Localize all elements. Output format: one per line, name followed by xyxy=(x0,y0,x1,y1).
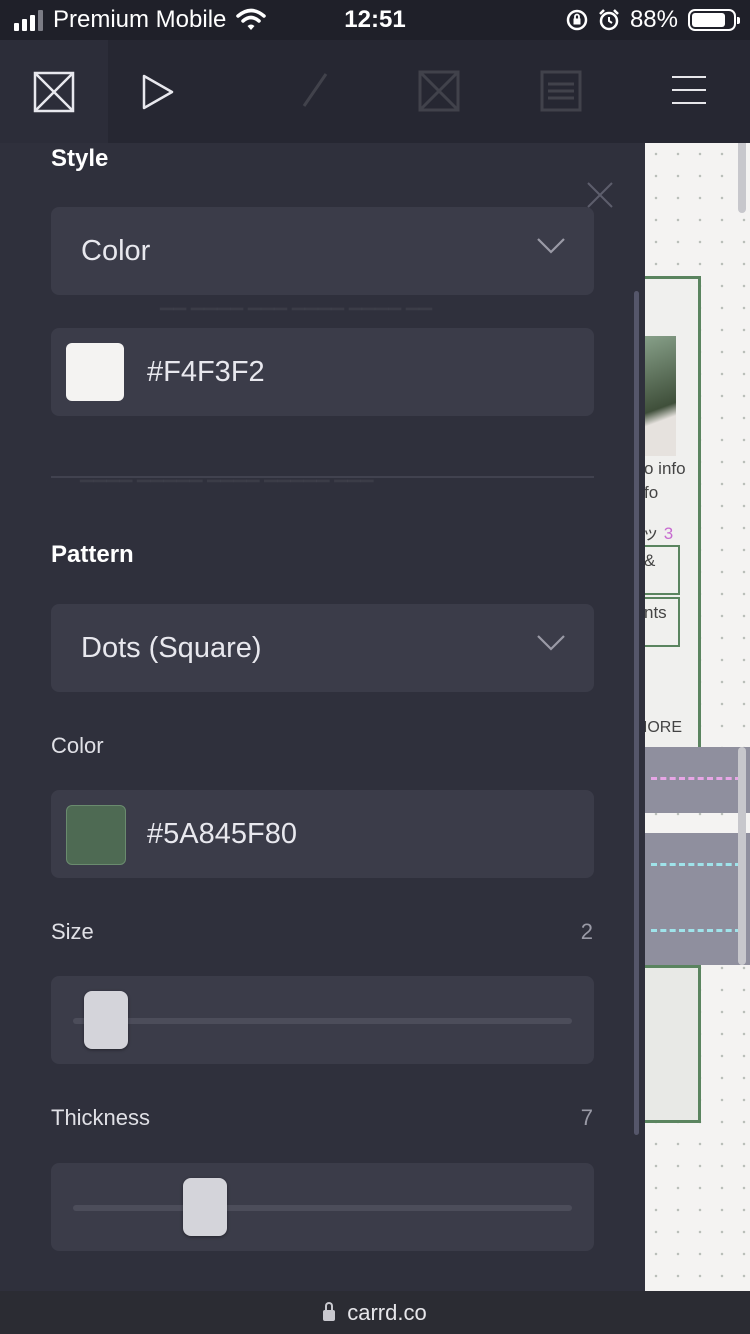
style-section-title: Style xyxy=(51,145,109,172)
canvas-scrollbar[interactable] xyxy=(738,747,746,965)
style-select[interactable]: Color xyxy=(51,207,594,295)
browser-url-bar[interactable]: carrd.co xyxy=(0,1291,750,1334)
battery-icon xyxy=(688,9,740,31)
status-right: 88% xyxy=(566,6,740,34)
size-slider-track xyxy=(73,1018,572,1024)
preview-text-info1: o info xyxy=(645,459,686,478)
ghost-image-icon xyxy=(418,70,460,112)
play-icon[interactable] xyxy=(140,72,176,112)
close-icon[interactable] xyxy=(586,181,614,209)
pink-dash-line xyxy=(651,777,741,780)
size-slider-handle[interactable] xyxy=(84,991,129,1049)
chevron-down-icon xyxy=(537,635,565,651)
ghost-text: ▁▁▁▁ ▁▁▁▁▁ ▁▁▁▁ ▁▁▁▁▁ ▁▁▁ xyxy=(80,463,374,482)
preview-band-1 xyxy=(645,747,750,813)
preview-jp-char: ッ xyxy=(645,524,659,543)
preview-band-2 xyxy=(645,833,750,965)
carrd-logo-icon[interactable] xyxy=(0,40,108,143)
divider xyxy=(51,476,594,478)
pattern-select-value: Dots (Square) xyxy=(81,632,262,664)
rotation-lock-icon xyxy=(566,9,588,31)
preview-card: o info fo ッ 3 & nts MORE xyxy=(645,276,701,750)
battery-fill xyxy=(692,13,725,27)
thickness-value: 7 xyxy=(580,1105,593,1130)
thickness-slider[interactable] xyxy=(51,1163,594,1251)
cyan-dash-line-1 xyxy=(651,863,741,866)
pattern-section-title: Pattern xyxy=(51,541,134,568)
style-settings-panel: ▁▁ ▁▁▁▁ ▁▁▁ ▁▁▁▁ ▁▁▁▁ ▁▁ ▁▁▁▁ ▁▁▁▁▁ ▁▁▁▁… xyxy=(0,143,645,1291)
canvas-scrollbar-top[interactable] xyxy=(738,143,746,213)
thickness-slider-handle[interactable] xyxy=(183,1178,228,1236)
pattern-color-swatch[interactable] xyxy=(66,805,126,865)
pattern-color-field[interactable]: #5A845F80 xyxy=(51,790,594,878)
url-domain: carrd.co xyxy=(347,1299,427,1325)
size-value: 2 xyxy=(580,919,593,944)
thickness-slider-track xyxy=(73,1205,572,1211)
pattern-color-label: Color xyxy=(51,733,104,758)
battery-percent: 88% xyxy=(629,6,678,33)
editor-toolbar xyxy=(0,40,750,143)
lock-icon xyxy=(323,1302,336,1321)
style-select-value: Color xyxy=(81,235,151,267)
site-canvas-preview[interactable]: o info fo ッ 3 & nts MORE xyxy=(645,143,750,1291)
size-label: Size xyxy=(51,919,94,944)
ghost-pen-icon xyxy=(302,73,328,107)
status-bar: Premium Mobile 12:51 88% xyxy=(0,0,750,40)
preview-text-jp: ッ 3 xyxy=(645,519,673,544)
thickness-label: Thickness xyxy=(51,1105,151,1130)
ghost-list-icon xyxy=(540,70,582,112)
preview-card-2 xyxy=(645,965,701,1123)
preview-text-amp: & xyxy=(645,551,656,570)
chevron-down-icon xyxy=(537,238,565,254)
preview-jp-mark: 3 xyxy=(663,524,674,543)
preview-text-info2: fo xyxy=(645,483,659,502)
background-color-field[interactable]: #F4F3F2 xyxy=(51,328,594,416)
preview-box-1: & xyxy=(645,545,680,595)
pattern-select[interactable]: Dots (Square) xyxy=(51,604,594,692)
panel-scrollbar[interactable] xyxy=(634,291,639,1135)
preview-text-nts: nts xyxy=(645,603,667,622)
background-color-value: #F4F3F2 xyxy=(147,356,265,388)
preview-box-2: nts xyxy=(645,597,680,647)
size-slider[interactable] xyxy=(51,976,594,1064)
hamburger-menu-icon[interactable] xyxy=(672,76,706,115)
cyan-dash-line-2 xyxy=(651,929,741,932)
preview-photo xyxy=(645,336,676,456)
background-color-swatch[interactable] xyxy=(66,343,124,401)
preview-more-link: MORE xyxy=(645,719,682,736)
alarm-icon xyxy=(599,9,619,31)
pattern-color-value: #5A845F80 xyxy=(147,818,297,850)
